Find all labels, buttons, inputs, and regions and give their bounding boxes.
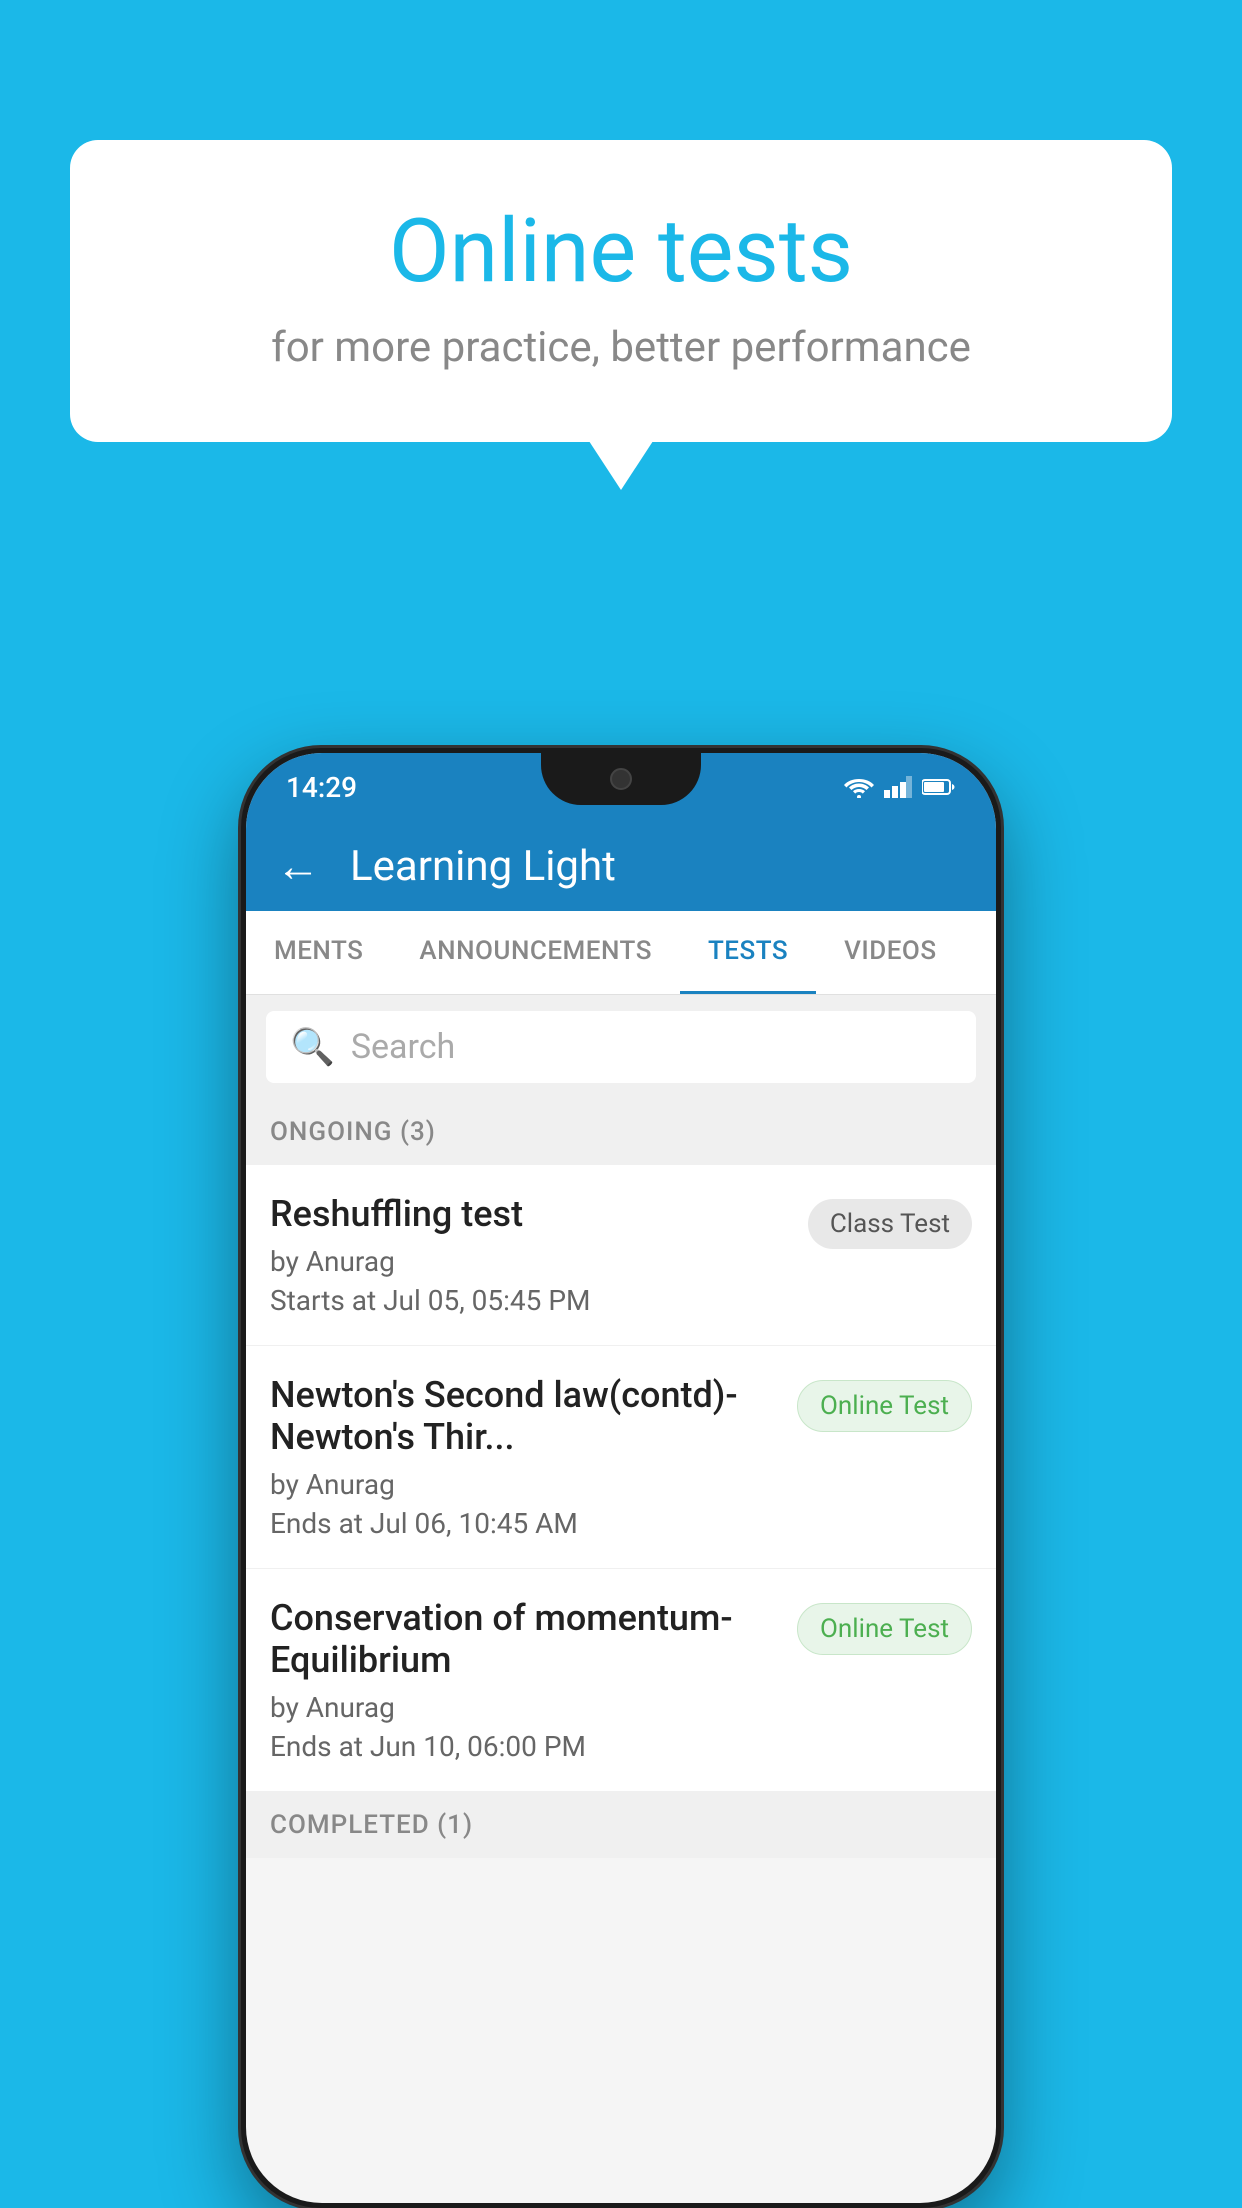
- phone-screen: 14:29: [246, 753, 996, 2203]
- speech-bubble-container: Online tests for more practice, better p…: [70, 140, 1172, 442]
- status-time: 14:29: [286, 771, 357, 804]
- ongoing-section-header: ONGOING (3): [246, 1099, 996, 1165]
- app-title: Learning Light: [350, 842, 616, 891]
- completed-label: COMPLETED (1): [270, 1810, 473, 1840]
- test-name-2: Newton's Second law(contd)-Newton's Thir…: [270, 1374, 777, 1458]
- test-item-1[interactable]: Reshuffling test by Anurag Starts at Jul…: [246, 1165, 996, 1346]
- test-list: Reshuffling test by Anurag Starts at Jul…: [246, 1165, 996, 1792]
- test-item-2[interactable]: Newton's Second law(contd)-Newton's Thir…: [246, 1346, 996, 1569]
- camera-icon: [610, 768, 632, 790]
- tabs-bar: MENTS ANNOUNCEMENTS TESTS VIDEOS: [246, 911, 996, 995]
- tab-videos[interactable]: VIDEOS: [816, 911, 964, 994]
- phone-shell: 14:29: [241, 748, 1001, 2208]
- test-time-2: Ends at Jul 06, 10:45 AM: [270, 1507, 777, 1540]
- back-button[interactable]: ←: [276, 840, 320, 892]
- test-time-1: Starts at Jul 05, 05:45 PM: [270, 1284, 788, 1317]
- phone-device: 14:29: [241, 748, 1001, 2208]
- test-name-1: Reshuffling test: [270, 1193, 788, 1235]
- notch: [541, 753, 701, 805]
- test-info-2: Newton's Second law(contd)-Newton's Thir…: [270, 1374, 777, 1540]
- battery-icon: [922, 778, 956, 796]
- test-author-3: by Anurag: [270, 1691, 777, 1724]
- speech-bubble: Online tests for more practice, better p…: [70, 140, 1172, 442]
- test-badge-1: Class Test: [808, 1199, 972, 1249]
- bubble-subtitle: for more practice, better performance: [150, 323, 1092, 372]
- tab-tests[interactable]: TESTS: [680, 911, 816, 994]
- test-name-3: Conservation of momentum-Equilibrium: [270, 1597, 777, 1681]
- test-author-1: by Anurag: [270, 1245, 788, 1278]
- search-placeholder: Search: [351, 1027, 455, 1067]
- bubble-title: Online tests: [150, 200, 1092, 303]
- tab-ments[interactable]: MENTS: [246, 911, 391, 994]
- completed-section-header: COMPLETED (1): [246, 1792, 996, 1858]
- status-bar: 14:29: [246, 753, 996, 821]
- search-section: 🔍 Search: [246, 995, 996, 1099]
- app-bar: ← Learning Light: [246, 821, 996, 911]
- wifi-icon: [844, 776, 874, 798]
- signal-icon: [884, 776, 912, 798]
- test-author-2: by Anurag: [270, 1468, 777, 1501]
- test-info-3: Conservation of momentum-Equilibrium by …: [270, 1597, 777, 1763]
- tab-announcements[interactable]: ANNOUNCEMENTS: [391, 911, 680, 994]
- test-info-1: Reshuffling test by Anurag Starts at Jul…: [270, 1193, 788, 1317]
- test-badge-2: Online Test: [797, 1380, 972, 1432]
- test-item-3[interactable]: Conservation of momentum-Equilibrium by …: [246, 1569, 996, 1792]
- test-time-3: Ends at Jun 10, 06:00 PM: [270, 1730, 777, 1763]
- search-icon: 🔍: [290, 1026, 335, 1068]
- test-badge-3: Online Test: [797, 1603, 972, 1655]
- ongoing-label: ONGOING (3): [270, 1117, 436, 1147]
- search-box[interactable]: 🔍 Search: [266, 1011, 976, 1083]
- status-icons: [844, 776, 956, 798]
